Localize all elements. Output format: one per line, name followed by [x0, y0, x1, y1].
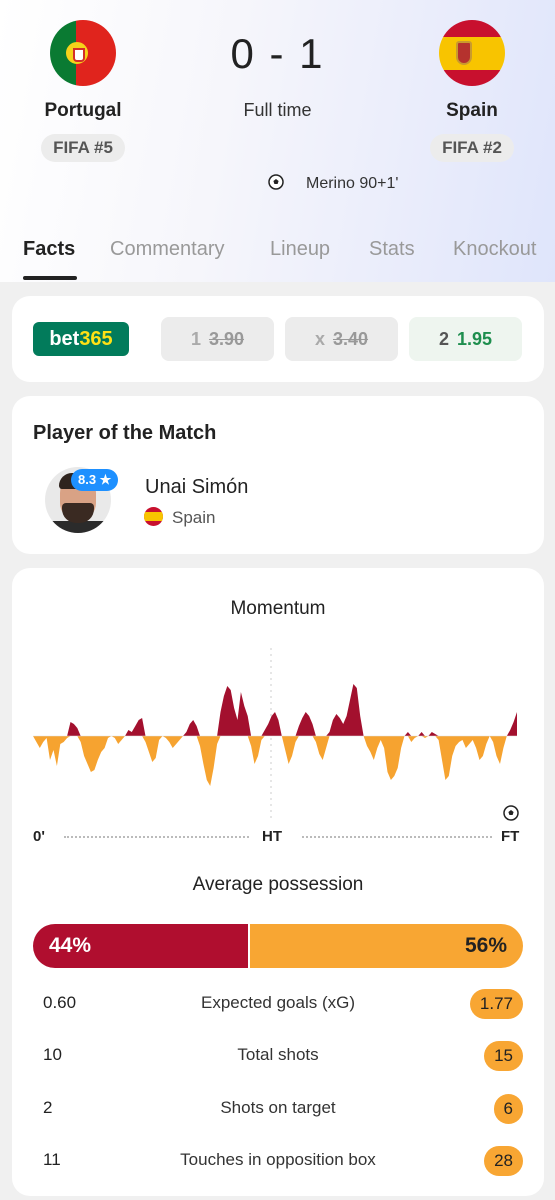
match-header: Portugal FIFA #5 0 - 1 Full time Spain F…	[0, 0, 555, 282]
player-rating-badge: 8.3 ★	[71, 469, 119, 491]
football-icon	[268, 174, 284, 190]
tab-facts[interactable]: Facts	[23, 238, 75, 261]
momentum-title: Momentum	[230, 598, 326, 619]
odd-away-win[interactable]: 2 1.95	[409, 317, 522, 361]
goal-scorer-text: Merino 90+1'	[306, 175, 399, 192]
odds-card: bet365 1 3.90 x 3.40 2 1.95	[12, 296, 544, 382]
spain-flag-icon	[144, 507, 163, 526]
momentum-start-label: 0'	[33, 828, 45, 845]
momentum-timeline-first-half	[64, 836, 249, 838]
stat-row: 10 Total shots 15	[12, 1041, 544, 1073]
stat-label: Shots on target	[220, 1098, 336, 1117]
momentum-away-area	[33, 736, 517, 786]
stat-away-value: 15	[484, 1041, 523, 1071]
away-team[interactable]: Spain FIFA #2	[397, 20, 547, 162]
momentum-timeline-second-half	[302, 836, 492, 838]
tab-stats[interactable]: Stats	[369, 238, 415, 261]
possession-home: 44%	[33, 924, 248, 968]
spain-flag-icon	[439, 20, 505, 86]
goal-scorer: Merino 90+1'	[268, 174, 398, 193]
possession-title: Average possession	[192, 874, 364, 895]
odd-draw[interactable]: x 3.40	[285, 317, 398, 361]
away-team-rank: FIFA #2	[430, 134, 514, 162]
stat-away-value: 28	[484, 1146, 523, 1176]
stat-label: Touches in opposition box	[180, 1150, 376, 1169]
home-team-rank: FIFA #5	[41, 134, 125, 162]
tab-knockout[interactable]: Knockout	[453, 238, 536, 261]
match-stats-card: Momentum 0' HT FT Average possession 44%…	[12, 568, 544, 1196]
momentum-end-label: FT	[501, 828, 520, 845]
possession-bar: 44% 56%	[33, 924, 523, 968]
stat-label: Total shots	[237, 1045, 319, 1064]
bet365-logo[interactable]: bet365	[33, 322, 129, 356]
stat-row: 0.60 Expected goals (xG) 1.77	[12, 989, 544, 1021]
odd-home-win[interactable]: 1 3.90	[161, 317, 274, 361]
stat-label: Expected goals (xG)	[200, 993, 355, 1012]
tab-commentary[interactable]: Commentary	[110, 238, 224, 261]
possession-away: 56%	[250, 924, 523, 968]
stat-row: 2 Shots on target 6	[12, 1094, 544, 1126]
tab-lineup[interactable]: Lineup	[270, 238, 330, 261]
stat-row: 11 Touches in opposition box 28	[12, 1146, 544, 1178]
momentum-half-label: HT	[262, 828, 282, 845]
player-of-match-title: Player of the Match	[33, 422, 217, 444]
player-team: Spain	[172, 508, 216, 527]
player-of-match-card[interactable]: Player of the Match 8.3 ★ Unai Simón Spa…	[12, 396, 544, 554]
stat-away-value: 6	[493, 1094, 523, 1124]
momentum-chart	[33, 648, 517, 818]
player-name: Unai Simón	[145, 476, 249, 498]
football-icon	[503, 805, 519, 821]
active-tab-indicator	[23, 276, 77, 280]
away-team-name: Spain	[446, 100, 498, 121]
tab-bar: Facts Commentary Lineup Stats Knockout	[0, 232, 555, 282]
stat-away-value: 1.77	[469, 989, 523, 1019]
momentum-home-area	[33, 684, 517, 736]
